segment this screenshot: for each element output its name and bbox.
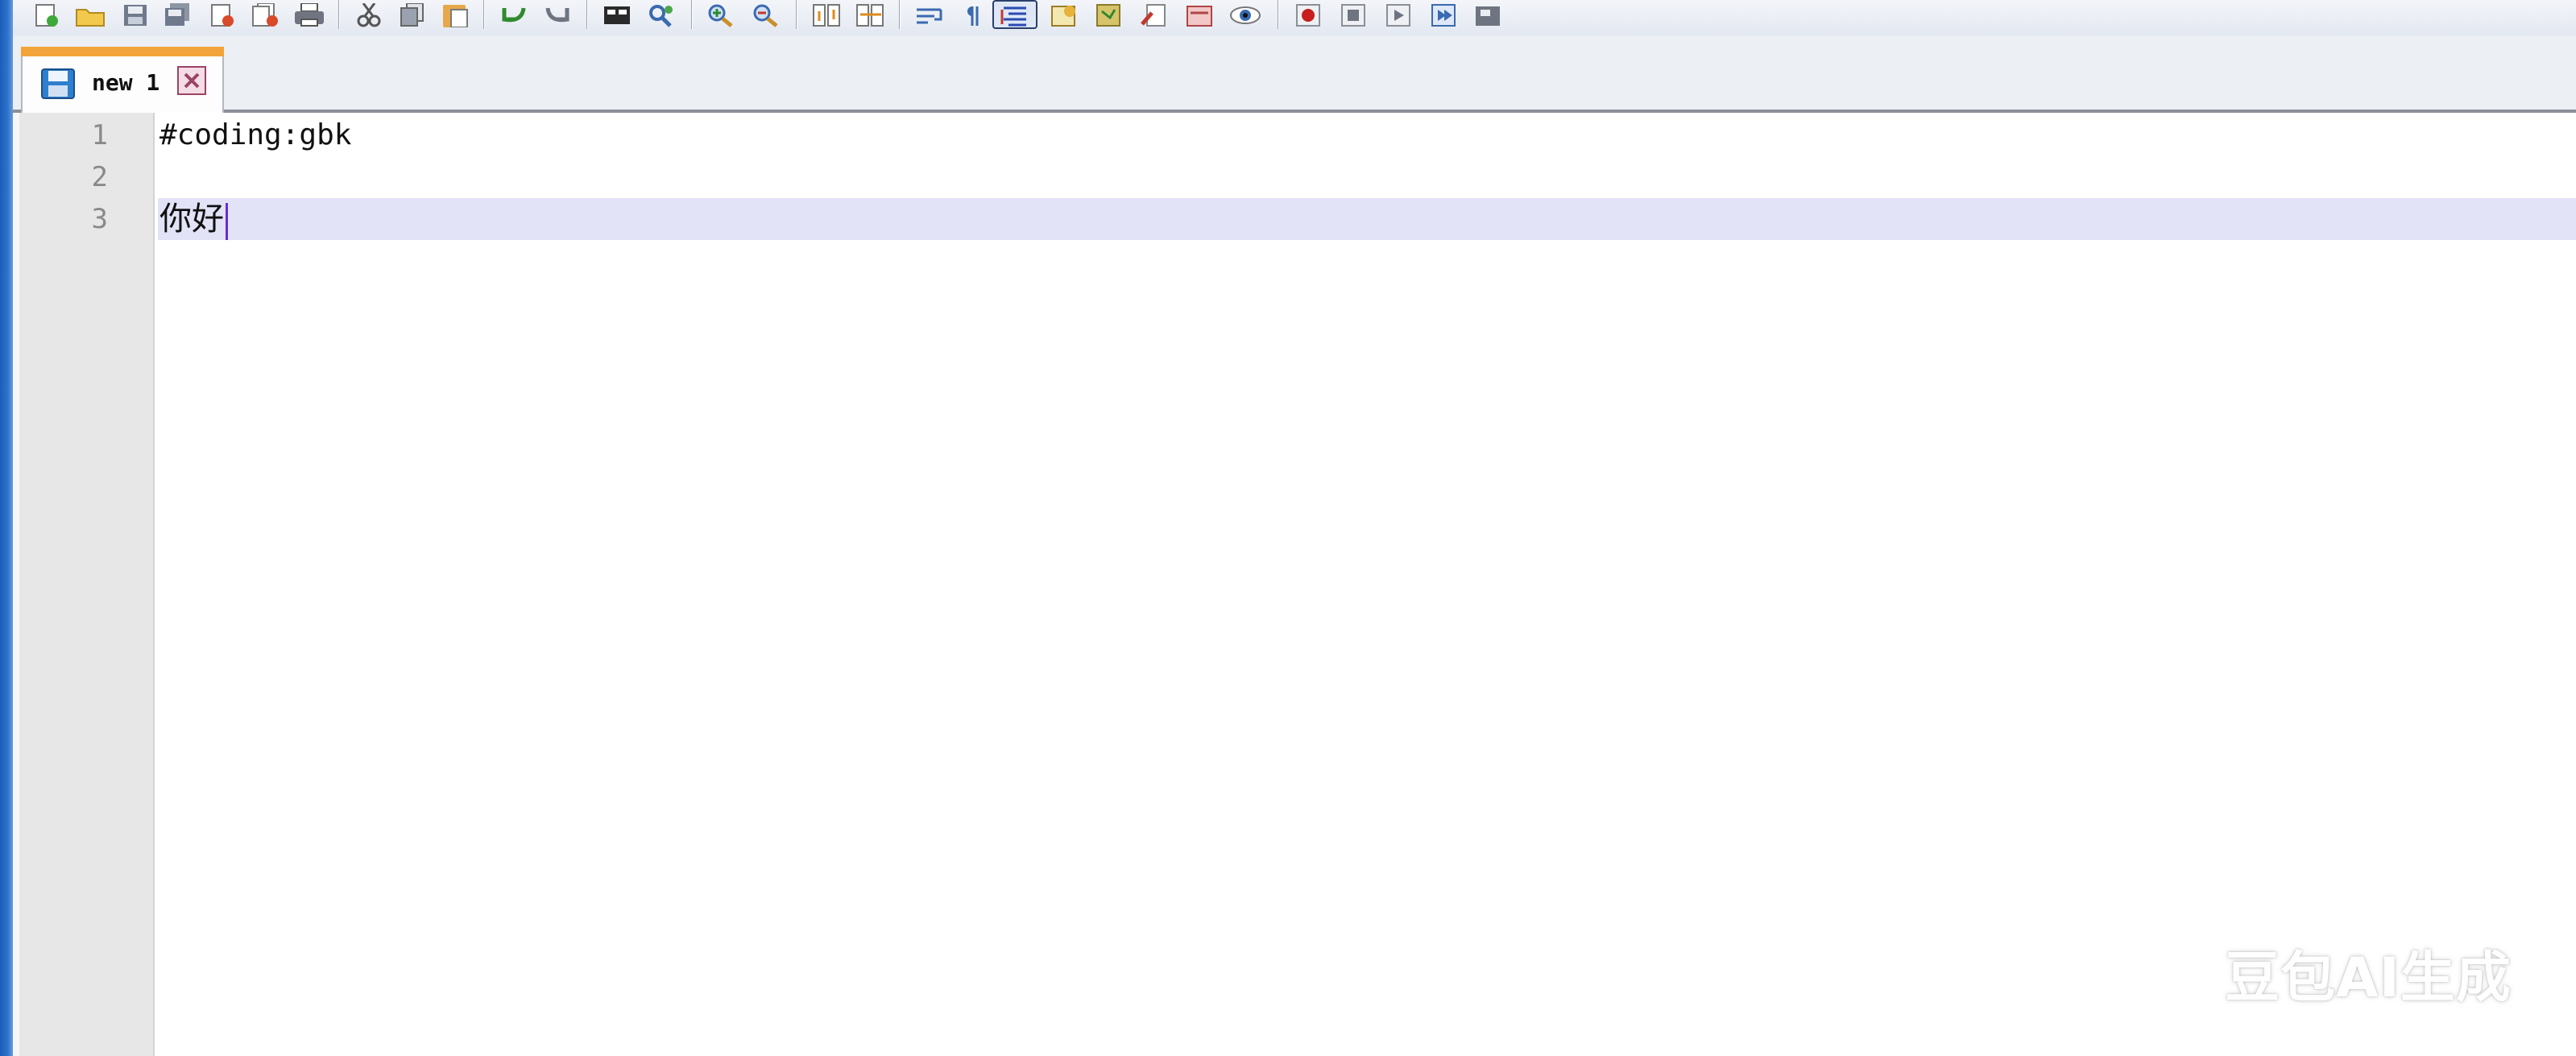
function-list-icon[interactable] <box>1136 0 1174 27</box>
stop-macro-icon[interactable] <box>1334 0 1373 27</box>
monitoring-icon[interactable] <box>1226 0 1265 27</box>
undo-icon[interactable] <box>495 0 533 27</box>
tab-label: new 1 <box>92 69 160 96</box>
zoom-out-icon[interactable] <box>748 0 786 27</box>
text-editor[interactable]: 1 2 3 #coding:gbk 你好 <box>19 113 2576 1056</box>
show-all-chars-icon[interactable] <box>954 0 992 27</box>
toolbar-separator <box>899 0 901 29</box>
open-file-icon[interactable] <box>71 0 110 27</box>
copy-icon[interactable] <box>393 0 432 27</box>
replace-icon[interactable] <box>643 0 681 27</box>
folder-workspace-icon[interactable] <box>1181 0 1220 27</box>
play-macro-icon[interactable] <box>1379 0 1418 27</box>
toolbar-separator <box>1278 0 1279 29</box>
word-wrap-icon[interactable] <box>910 0 949 27</box>
indent-guide-icon[interactable] <box>992 0 1037 29</box>
close-all-icon[interactable] <box>246 0 285 27</box>
sync-horizontal-icon[interactable] <box>851 0 889 27</box>
toolbar-separator <box>586 0 588 29</box>
close-icon[interactable] <box>203 0 242 27</box>
cut-icon[interactable] <box>350 0 388 27</box>
line-number: 2 <box>91 161 108 193</box>
toolbar-separator <box>691 0 693 29</box>
code-line[interactable] <box>158 156 2576 198</box>
text-caret <box>226 203 228 240</box>
current-code-line[interactable]: 你好 <box>158 198 2576 240</box>
print-icon[interactable] <box>290 0 329 27</box>
new-file-icon[interactable] <box>27 0 66 27</box>
line-number: 3 <box>91 203 108 235</box>
code-line[interactable]: #coding:gbk <box>158 114 2576 156</box>
code-line-text: 你好 <box>159 201 224 238</box>
toolbar-separator <box>483 0 485 29</box>
run-macro-icon[interactable] <box>1424 0 1463 27</box>
find-icon[interactable] <box>598 0 636 27</box>
tab-active-indicator <box>21 47 224 56</box>
line-number-gutter: 1 2 3 <box>19 113 155 1056</box>
line-number: 1 <box>91 119 108 151</box>
code-line-text: #coding:gbk <box>159 118 352 151</box>
redo-icon[interactable] <box>538 0 577 27</box>
desktop-edge <box>0 0 13 1056</box>
doc-map-icon[interactable] <box>1091 0 1129 27</box>
save-macro-icon[interactable] <box>1469 0 1508 27</box>
toolbar-separator <box>338 0 340 29</box>
user-language-icon[interactable] <box>1046 0 1084 27</box>
sync-vertical-icon[interactable] <box>807 0 846 27</box>
toolbar-separator <box>796 0 797 29</box>
paste-icon[interactable] <box>437 0 475 27</box>
unsaved-file-icon <box>40 68 76 103</box>
tab-new-1[interactable]: new 1 <box>21 47 224 113</box>
watermark: 豆包AI生成 <box>2225 946 2512 1010</box>
tab-close-icon[interactable] <box>177 66 206 95</box>
save-all-icon[interactable] <box>158 0 197 27</box>
toolbar <box>13 0 2576 36</box>
zoom-in-icon[interactable] <box>702 0 741 27</box>
tab-bar: new 1 <box>13 35 2576 113</box>
record-macro-icon[interactable] <box>1289 0 1327 27</box>
save-icon[interactable] <box>116 0 155 27</box>
